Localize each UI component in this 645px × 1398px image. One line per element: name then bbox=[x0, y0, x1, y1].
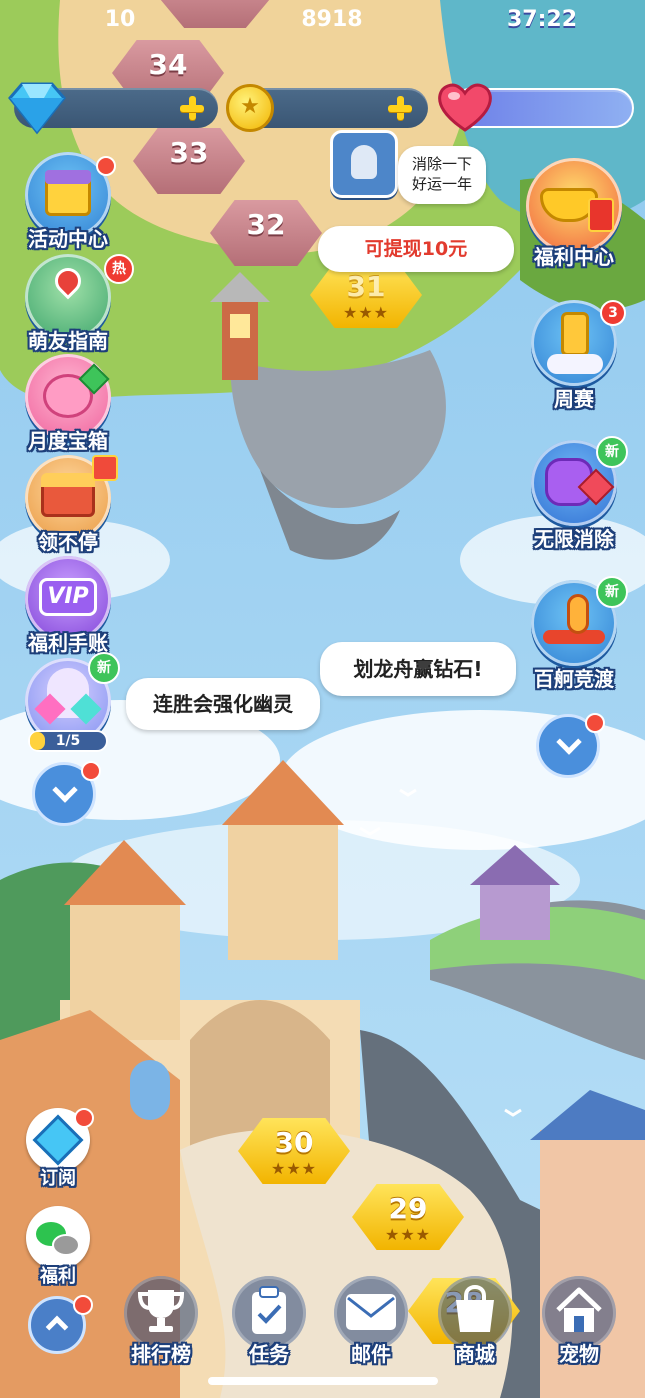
activity-center-button[interactable]: 活动中心 bbox=[18, 152, 118, 252]
welfare-ledger-label: 福利手账 bbox=[28, 631, 108, 655]
dragon-boat-race-button[interactable]: 新 百舸竞渡 bbox=[524, 576, 628, 691]
level-stars: ★★★ bbox=[384, 1225, 432, 1244]
dragon-boat-bubble-text: 划龙舟赢钻石! bbox=[353, 657, 483, 681]
level-node[interactable]: 29 ★★★ bbox=[352, 1184, 464, 1250]
diamond-icon bbox=[8, 82, 66, 135]
nav-tasks-label: 任务 bbox=[249, 1342, 289, 1366]
friend-avatar[interactable] bbox=[330, 130, 398, 198]
home-indicator[interactable] bbox=[208, 1377, 438, 1385]
notification-dot bbox=[96, 156, 116, 176]
add-diamonds-button[interactable] bbox=[178, 94, 206, 122]
activity-center-label: 活动中心 bbox=[28, 227, 108, 251]
level-number: 34 bbox=[148, 48, 188, 81]
claim-nonstop-button[interactable]: 领不停 bbox=[18, 455, 118, 555]
level-number: 30 bbox=[274, 1126, 314, 1159]
level-stars: ★★★ bbox=[342, 303, 390, 322]
notification-dot bbox=[73, 1295, 93, 1315]
level-number: 32 bbox=[246, 208, 286, 241]
level-number: 33 bbox=[169, 136, 209, 169]
nav-shop[interactable]: 商城 bbox=[430, 1276, 520, 1372]
cash-withdraw-text: 可提现10元 bbox=[364, 238, 468, 260]
game-map: 34 33 32 31★★★ 30★★★ 29★★★ 28 消除一下 好运一年 … bbox=[0, 0, 645, 1398]
nav-tasks[interactable]: 任务 bbox=[224, 1276, 314, 1372]
welfare-center-button[interactable]: 福利中心 bbox=[524, 158, 624, 269]
gift-icon bbox=[92, 455, 118, 481]
level-number: 29 bbox=[388, 1192, 428, 1225]
shopping-bag-icon bbox=[456, 1284, 494, 1332]
new-badge: 新 bbox=[596, 576, 628, 608]
monthly-chest-button[interactable]: 月度宝箱 bbox=[18, 354, 118, 454]
nav-leaderboard[interactable]: 排行榜 bbox=[116, 1276, 206, 1372]
clipboard-icon bbox=[252, 1286, 286, 1334]
ghost-event-button[interactable]: 新 1/5 bbox=[18, 652, 120, 758]
nav-mail-label: 邮件 bbox=[351, 1342, 391, 1366]
new-badge: 新 bbox=[88, 652, 120, 684]
mail-icon bbox=[346, 1294, 396, 1330]
notification-dot bbox=[74, 1108, 94, 1128]
cash-withdraw-bubble[interactable]: 可提现10元 bbox=[318, 226, 514, 272]
endless-match-label: 无限消除 bbox=[534, 527, 614, 551]
coin-icon: ★ bbox=[226, 84, 274, 132]
level-stars: ★★★ bbox=[270, 1159, 318, 1178]
nav-pets-label: 宠物 bbox=[559, 1342, 599, 1366]
ghost-hint-bubble: 连胜会强化幽灵 bbox=[126, 678, 320, 730]
ghost-progress-text: 1/5 bbox=[55, 733, 81, 749]
expand-left-menu-button[interactable] bbox=[32, 761, 101, 826]
friend-guide-label: 萌友指南 bbox=[28, 329, 108, 353]
notification-dot bbox=[81, 761, 101, 781]
friend-bubble-line1: 消除一下 bbox=[411, 155, 472, 173]
add-coins-button[interactable] bbox=[386, 94, 414, 122]
friend-speech-bubble: 消除一下 好运一年 bbox=[398, 146, 486, 204]
level-node[interactable]: 30 ★★★ bbox=[238, 1118, 350, 1184]
gold-ingot-icon bbox=[526, 158, 622, 254]
monthly-chest-label: 月度宝箱 bbox=[28, 429, 108, 453]
nav-shop-label: 商城 bbox=[455, 1342, 495, 1366]
heart-icon bbox=[438, 83, 492, 132]
claim-nonstop-label: 领不停 bbox=[38, 530, 98, 554]
level-number: 31 bbox=[346, 270, 386, 303]
user-silhouette-icon bbox=[351, 145, 377, 179]
nav-pets[interactable]: 宠物 bbox=[534, 1276, 624, 1372]
dragon-boat-race-label: 百舸竞渡 bbox=[534, 667, 614, 691]
level-node-35-partial bbox=[160, 0, 270, 28]
wechat-icon bbox=[26, 1206, 90, 1270]
diamond-count: 10 bbox=[104, 7, 136, 32]
level-node[interactable]: 33 bbox=[133, 128, 245, 194]
subscribe-label: 订阅 bbox=[40, 1168, 76, 1189]
level-node[interactable]: 32 bbox=[210, 200, 322, 266]
welfare-center-label: 福利中心 bbox=[534, 245, 614, 269]
nav-leaderboard-label: 排行榜 bbox=[131, 1342, 191, 1366]
house-icon bbox=[556, 1287, 602, 1332]
notification-dot bbox=[585, 713, 605, 733]
trophy-icon bbox=[137, 1290, 185, 1332]
new-badge: 新 bbox=[596, 436, 628, 468]
ghost-progress-bar: 1/5 bbox=[28, 730, 108, 752]
coin-count: 8918 bbox=[301, 7, 363, 32]
welfare-ledger-button[interactable]: VIP 福利手账 bbox=[18, 556, 118, 656]
chevron-down-icon bbox=[52, 777, 78, 803]
friend-bubble-line2: 好运一年 bbox=[411, 175, 472, 193]
dragon-boat-bubble: 划龙舟赢钻石! bbox=[320, 642, 516, 696]
subscribe-button[interactable]: 订阅 bbox=[22, 1108, 94, 1192]
friend-guide-button[interactable]: 热 萌友指南 bbox=[18, 254, 134, 354]
expand-right-menu-button[interactable] bbox=[536, 713, 605, 778]
hot-badge: 热 bbox=[104, 254, 134, 284]
count-badge: 3 bbox=[600, 300, 626, 326]
welfare-wechat-button[interactable]: 福利 bbox=[22, 1206, 94, 1290]
chevron-up-icon bbox=[45, 1315, 69, 1339]
weekly-tournament-button[interactable]: 3 周赛 bbox=[524, 300, 626, 411]
nav-mail[interactable]: 邮件 bbox=[326, 1276, 416, 1372]
scroll-up-button[interactable] bbox=[28, 1295, 93, 1354]
lives-timer-text: 37:22 bbox=[506, 7, 578, 32]
ghost-hint-text: 连胜会强化幽灵 bbox=[153, 692, 293, 716]
endless-match-button[interactable]: 新 无限消除 bbox=[524, 436, 628, 551]
weekly-tournament-label: 周赛 bbox=[554, 387, 594, 411]
chevron-down-icon bbox=[556, 729, 582, 755]
welfare-label: 福利 bbox=[40, 1266, 76, 1287]
